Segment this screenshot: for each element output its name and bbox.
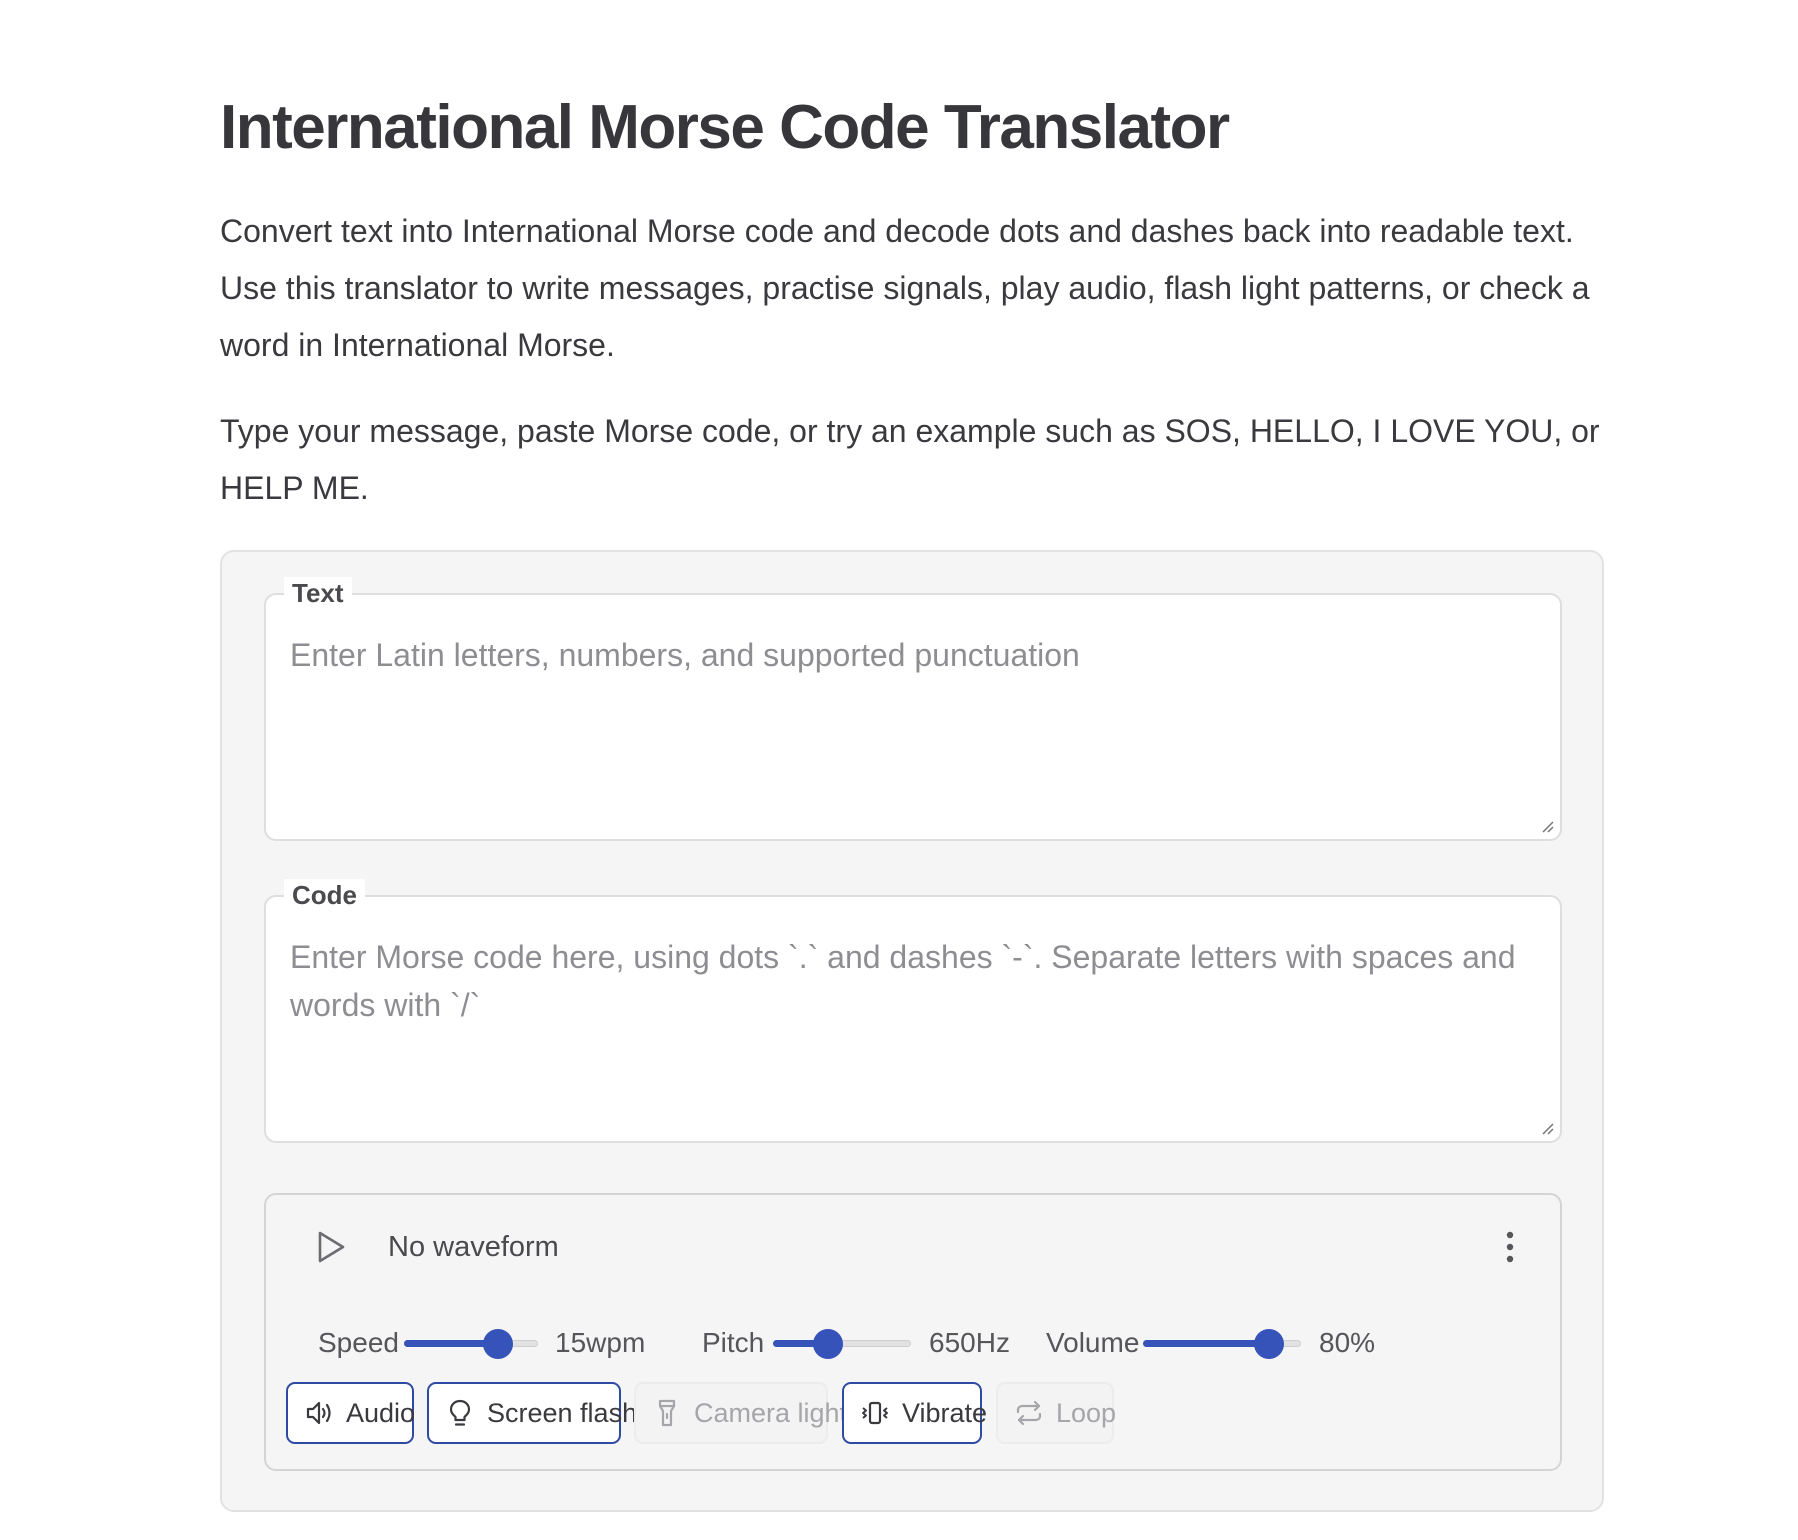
camera-light-button[interactable]: Camera light (634, 1382, 847, 1444)
speed-label: Speed (318, 1327, 399, 1358)
vibrate-button[interactable]: Vibrate (842, 1382, 987, 1444)
screen-flash-button[interactable]: Screen flash (427, 1382, 637, 1444)
flashlight-icon (658, 1399, 676, 1427)
code-fieldset: Code (264, 879, 1562, 1143)
camera-light-button-label: Camera light (694, 1397, 848, 1428)
volume-value: 80% (1319, 1327, 1376, 1358)
speaker-icon (306, 1401, 331, 1425)
pitch-label: Pitch (702, 1327, 765, 1358)
slider-thumb[interactable] (813, 1329, 843, 1359)
speed-value: 15wpm (555, 1327, 646, 1358)
audio-button-label: Audio (346, 1397, 416, 1428)
audio-player: No waveform Speed 15wpm Pitch 650Hz Volu… (264, 1193, 1562, 1471)
resize-handle-icon[interactable] (1540, 1121, 1554, 1135)
more-vertical-icon[interactable] (1502, 1229, 1518, 1265)
volume-slider[interactable] (1143, 1329, 1301, 1359)
code-input[interactable] (266, 897, 1560, 1141)
speed-slider[interactable] (404, 1329, 538, 1359)
repeat-icon (1016, 1400, 1042, 1426)
slider-thumb[interactable] (483, 1329, 513, 1359)
loop-button[interactable]: Loop (996, 1382, 1117, 1444)
pitch-slider[interactable] (773, 1329, 911, 1359)
resize-handle-icon[interactable] (1540, 819, 1554, 833)
volume-label: Volume (1046, 1327, 1140, 1358)
vibrate-button-label: Vibrate (902, 1397, 988, 1428)
text-fieldset: Text (264, 577, 1562, 841)
waveform-status: No waveform (388, 1231, 559, 1263)
intro-paragraph: Convert text into International Morse co… (220, 213, 1590, 363)
audio-button[interactable]: Audio (286, 1382, 416, 1444)
screen-flash-button-label: Screen flash (487, 1397, 638, 1428)
translator-panel: Text Code No waveform Sp (220, 550, 1604, 1512)
play-icon[interactable] (314, 1229, 348, 1265)
text-input[interactable] (266, 595, 1560, 839)
slider-thumb[interactable] (1254, 1329, 1284, 1359)
text-field-label: Text (284, 577, 352, 609)
lightbulb-icon (449, 1399, 471, 1426)
code-field-label: Code (284, 879, 365, 911)
vibrate-icon (862, 1401, 888, 1425)
loop-button-label: Loop (1056, 1397, 1117, 1428)
pitch-value: 650Hz (929, 1327, 1010, 1358)
page-title: International Morse Code Translator (220, 93, 1230, 162)
examples-paragraph: Type your message, paste Morse code, or … (220, 413, 1600, 506)
slider-fill (1143, 1340, 1269, 1347)
